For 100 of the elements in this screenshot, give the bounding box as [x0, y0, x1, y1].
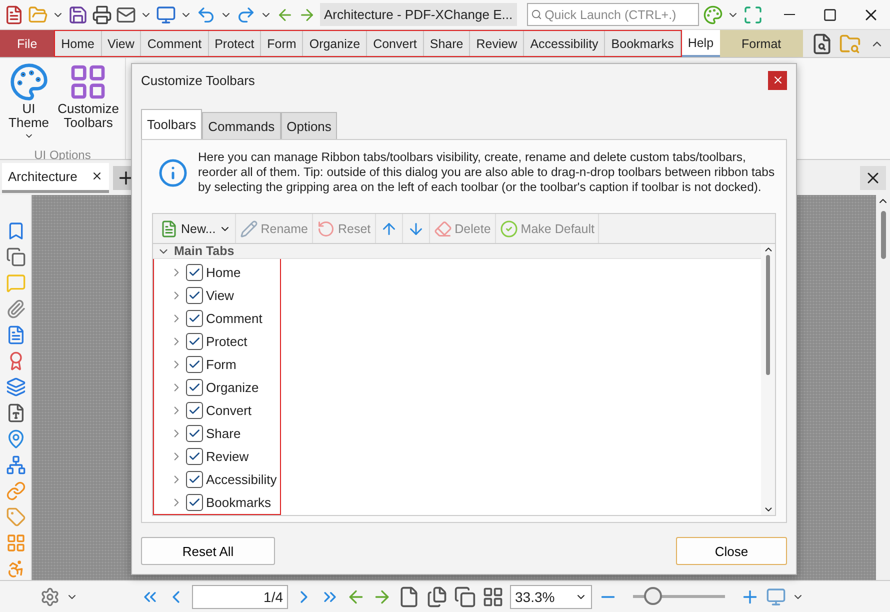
checkbox[interactable]: [186, 448, 203, 465]
tree-header[interactable]: Main Tabs: [153, 244, 761, 259]
search-icon: [530, 8, 542, 21]
ribbon-tab[interactable]: Accessibility: [524, 31, 606, 56]
ribbon-tab[interactable]: Protect: [208, 31, 262, 56]
tab[interactable]: Options: [280, 112, 338, 139]
info-icon: [158, 158, 188, 188]
ribbon-tab[interactable]: Help: [682, 30, 720, 57]
ribbon-button[interactable]: Customize Toolbars: [58, 62, 119, 144]
dialog-title: Customize Toolbars: [141, 72, 255, 88]
fullscreen-icon[interactable]: [742, 4, 763, 24]
tree-item-label[interactable]: Home: [206, 265, 241, 280]
quick-launch-field[interactable]: Quick Launch (CTRL+.): [526, 3, 699, 26]
zoom-field[interactable]: 33.3%: [510, 584, 592, 608]
app-logo-icon: [4, 4, 24, 24]
checkbox[interactable]: [186, 264, 203, 281]
close-button[interactable]: Close: [676, 537, 787, 565]
ribbon-tab[interactable]: Share: [424, 31, 470, 56]
theme-icon[interactable]: [702, 4, 723, 24]
checkbox[interactable]: [186, 425, 203, 442]
minimize-icon: [784, 14, 795, 16]
accessibility-icon[interactable]: [6, 559, 26, 579]
grid-view-icon[interactable]: [482, 586, 504, 608]
document-search-icon[interactable]: [811, 32, 834, 54]
check-icon: [188, 358, 201, 371]
location-pin-icon[interactable]: [6, 429, 26, 449]
checkbox[interactable]: [186, 471, 203, 488]
checkbox[interactable]: [186, 402, 203, 419]
window-title: Architecture - PDF-XChange E...: [320, 3, 517, 26]
close-document-button[interactable]: [860, 166, 886, 190]
check-icon: [188, 473, 201, 486]
close-icon[interactable]: [91, 170, 104, 182]
tag-icon[interactable]: [6, 507, 26, 527]
grid-icon[interactable]: [6, 533, 26, 553]
ribbon-tab[interactable]: Form: [261, 31, 304, 56]
tree-item-label[interactable]: Organize: [206, 380, 259, 395]
check-icon: [188, 266, 201, 279]
checkbox[interactable]: [186, 494, 203, 511]
page-number-field[interactable]: 1/4: [192, 584, 288, 608]
reset-icon: [317, 220, 335, 238]
structure-icon[interactable]: [6, 455, 26, 475]
maximize-icon: [823, 8, 838, 22]
content-icon[interactable]: [6, 403, 26, 423]
undo-icon[interactable]: [196, 4, 216, 24]
tree-item-label[interactable]: Protect: [206, 334, 248, 349]
delete-icon: [434, 220, 452, 238]
scrollbar[interactable]: [761, 244, 775, 515]
tree-item-label[interactable]: Accessibility: [206, 472, 277, 487]
checkbox[interactable]: [186, 310, 203, 327]
check-icon: [188, 450, 201, 463]
ribbon-button[interactable]: UI Theme: [6, 62, 52, 144]
ribbon-tab[interactable]: Organize: [303, 31, 368, 56]
checkbox[interactable]: [186, 379, 203, 396]
print-icon[interactable]: [92, 4, 112, 24]
tree-item-label[interactable]: Review: [206, 449, 249, 464]
tab[interactable]: Toolbars: [141, 109, 202, 139]
tree-item-label[interactable]: Comment: [206, 311, 262, 326]
checkbox[interactable]: [186, 333, 203, 350]
close-icon: [772, 74, 784, 86]
ribbon-tab[interactable]: View: [102, 31, 142, 56]
continuous-page-icon[interactable]: [426, 586, 448, 608]
toolbar-button[interactable]: New...: [156, 214, 236, 243]
two-page-icon[interactable]: [454, 586, 476, 608]
tree-item-label[interactable]: Share: [206, 426, 241, 441]
reset-all-button[interactable]: Reset All: [141, 537, 275, 565]
settings-icon[interactable]: [40, 586, 60, 606]
checkbox[interactable]: [186, 356, 203, 373]
tree-item-label[interactable]: Convert: [206, 403, 252, 418]
tree-item-label[interactable]: Form: [206, 357, 236, 372]
display-icon[interactable]: [766, 586, 786, 606]
tab[interactable]: Commands: [202, 112, 281, 139]
save-icon[interactable]: [68, 4, 88, 24]
redo-icon[interactable]: [236, 4, 256, 24]
info-text: Here you can manage Ribbon tabs/toolbars visibility, create, rename and delete custom tabs/toolbars, reorder all of them. Tip: outside of this dialog you are also able to drag-n-drop toolbars between ribbon tabs by selecting the gripping area on the left of each toolbar (or the toolbar's caption if toolbar is not docked).: [198, 150, 776, 195]
ribbon-tab[interactable]: File: [0, 30, 54, 57]
ribbon-tab[interactable]: Format: [720, 30, 804, 57]
pages-icon[interactable]: [6, 247, 26, 267]
tree-item-label[interactable]: View: [206, 288, 234, 303]
checkbox[interactable]: [186, 287, 203, 304]
ribbon-tab[interactable]: Review: [470, 31, 524, 56]
single-page-icon[interactable]: [398, 586, 420, 608]
layers-icon[interactable]: [6, 377, 26, 397]
check-circle-icon: [500, 220, 518, 238]
check-icon: [188, 404, 201, 417]
check-icon: [188, 289, 201, 302]
ribbon-tab[interactable]: Convert: [367, 31, 424, 56]
ribbon-tab[interactable]: Home: [55, 31, 102, 56]
attachment-icon[interactable]: [6, 299, 26, 319]
ribbon-tab[interactable]: Comment: [141, 31, 209, 56]
mail-icon[interactable]: [116, 4, 136, 24]
link-icon[interactable]: [6, 481, 26, 501]
tree-item-label[interactable]: Bookmarks: [206, 495, 272, 510]
check-icon: [188, 496, 201, 509]
ribbon-tab[interactable]: Bookmarks: [605, 31, 681, 56]
check-icon: [188, 312, 201, 325]
document-tab[interactable]: Architecture: [2, 162, 110, 192]
document-icon[interactable]: [6, 325, 26, 345]
new-file-icon: [160, 220, 178, 238]
rename-icon: [240, 220, 258, 238]
check-icon: [188, 381, 201, 394]
